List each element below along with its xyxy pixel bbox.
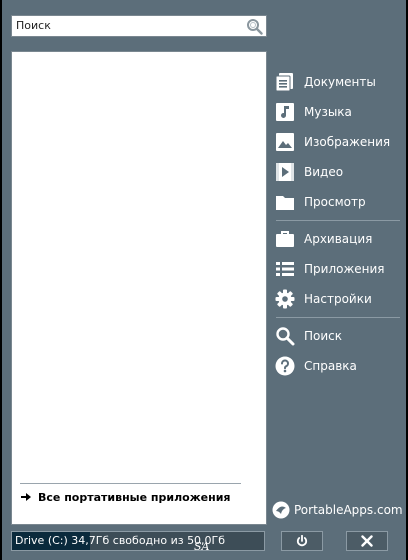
menu-item-label: Документы bbox=[304, 75, 376, 89]
portableapps-logo-icon bbox=[272, 501, 290, 519]
menu-item-search[interactable]: Поиск bbox=[272, 321, 402, 351]
menu-item-label: Видео bbox=[304, 165, 344, 179]
brand-label: PortableApps.com bbox=[294, 503, 403, 517]
close-icon bbox=[361, 535, 373, 547]
documents-icon bbox=[275, 72, 295, 92]
apps-list-panel[interactable]: Все портативные приложения bbox=[11, 51, 267, 525]
video-icon bbox=[275, 162, 295, 182]
folder-icon bbox=[275, 192, 295, 212]
search-icon bbox=[275, 326, 295, 346]
pictures-icon bbox=[275, 132, 295, 152]
search-icon[interactable] bbox=[246, 18, 263, 35]
menu-item-backup[interactable]: Архивация bbox=[272, 224, 402, 254]
menu-item-label: Просмотр bbox=[304, 195, 366, 209]
briefcase-icon bbox=[275, 229, 295, 249]
list-divider bbox=[20, 483, 241, 484]
menu-item-music[interactable]: Музыка bbox=[272, 97, 402, 127]
menu-item-help[interactable]: Справка bbox=[272, 351, 402, 381]
menu-item-documents[interactable]: Документы bbox=[272, 67, 402, 97]
menu-item-label: Изображения bbox=[304, 135, 391, 149]
gear-icon bbox=[275, 289, 295, 309]
menu-item-video[interactable]: Видео bbox=[272, 157, 402, 187]
all-apps-button[interactable]: Все портативные приложения bbox=[20, 489, 230, 505]
arrow-right-icon bbox=[21, 493, 31, 501]
menu-item-pictures[interactable]: Изображения bbox=[272, 127, 402, 157]
menu-item-apps[interactable]: Приложения bbox=[272, 254, 402, 284]
menu-item-label: Настройки bbox=[304, 292, 372, 306]
portableapps-menu-window: Поиск Все портативные приложения Докумен… bbox=[2, 0, 406, 560]
menu-item-label: Поиск bbox=[304, 329, 343, 343]
music-icon bbox=[275, 102, 295, 122]
search-input[interactable]: Поиск bbox=[16, 19, 51, 32]
menu-item-label: Музыка bbox=[304, 105, 352, 119]
power-icon bbox=[296, 535, 308, 547]
drive-space-bar: Drive (C:) 34,7Гб свободно из 50,0Гб bbox=[11, 531, 265, 551]
menu-item-label: Справка bbox=[304, 359, 357, 373]
help-icon bbox=[275, 356, 295, 376]
apps-list-icon bbox=[275, 259, 295, 279]
portableapps-logo-link[interactable]: PortableApps.com bbox=[272, 501, 403, 519]
search-box[interactable]: Поиск bbox=[11, 15, 267, 37]
menu-item-label: Приложения bbox=[304, 262, 385, 276]
sa-overlay-mark: SA bbox=[194, 540, 210, 553]
menu-separator bbox=[276, 317, 400, 318]
menu-item-browse[interactable]: Просмотр bbox=[272, 187, 402, 217]
all-apps-label: Все портативные приложения bbox=[38, 490, 231, 504]
menu-item-label: Архивация bbox=[304, 232, 373, 246]
close-button[interactable] bbox=[346, 531, 388, 551]
side-menu: Документы Музыка Изображения Видео Просм… bbox=[272, 67, 402, 381]
menu-separator bbox=[276, 220, 400, 221]
power-button[interactable] bbox=[281, 531, 323, 551]
menu-item-settings[interactable]: Настройки bbox=[272, 284, 402, 314]
